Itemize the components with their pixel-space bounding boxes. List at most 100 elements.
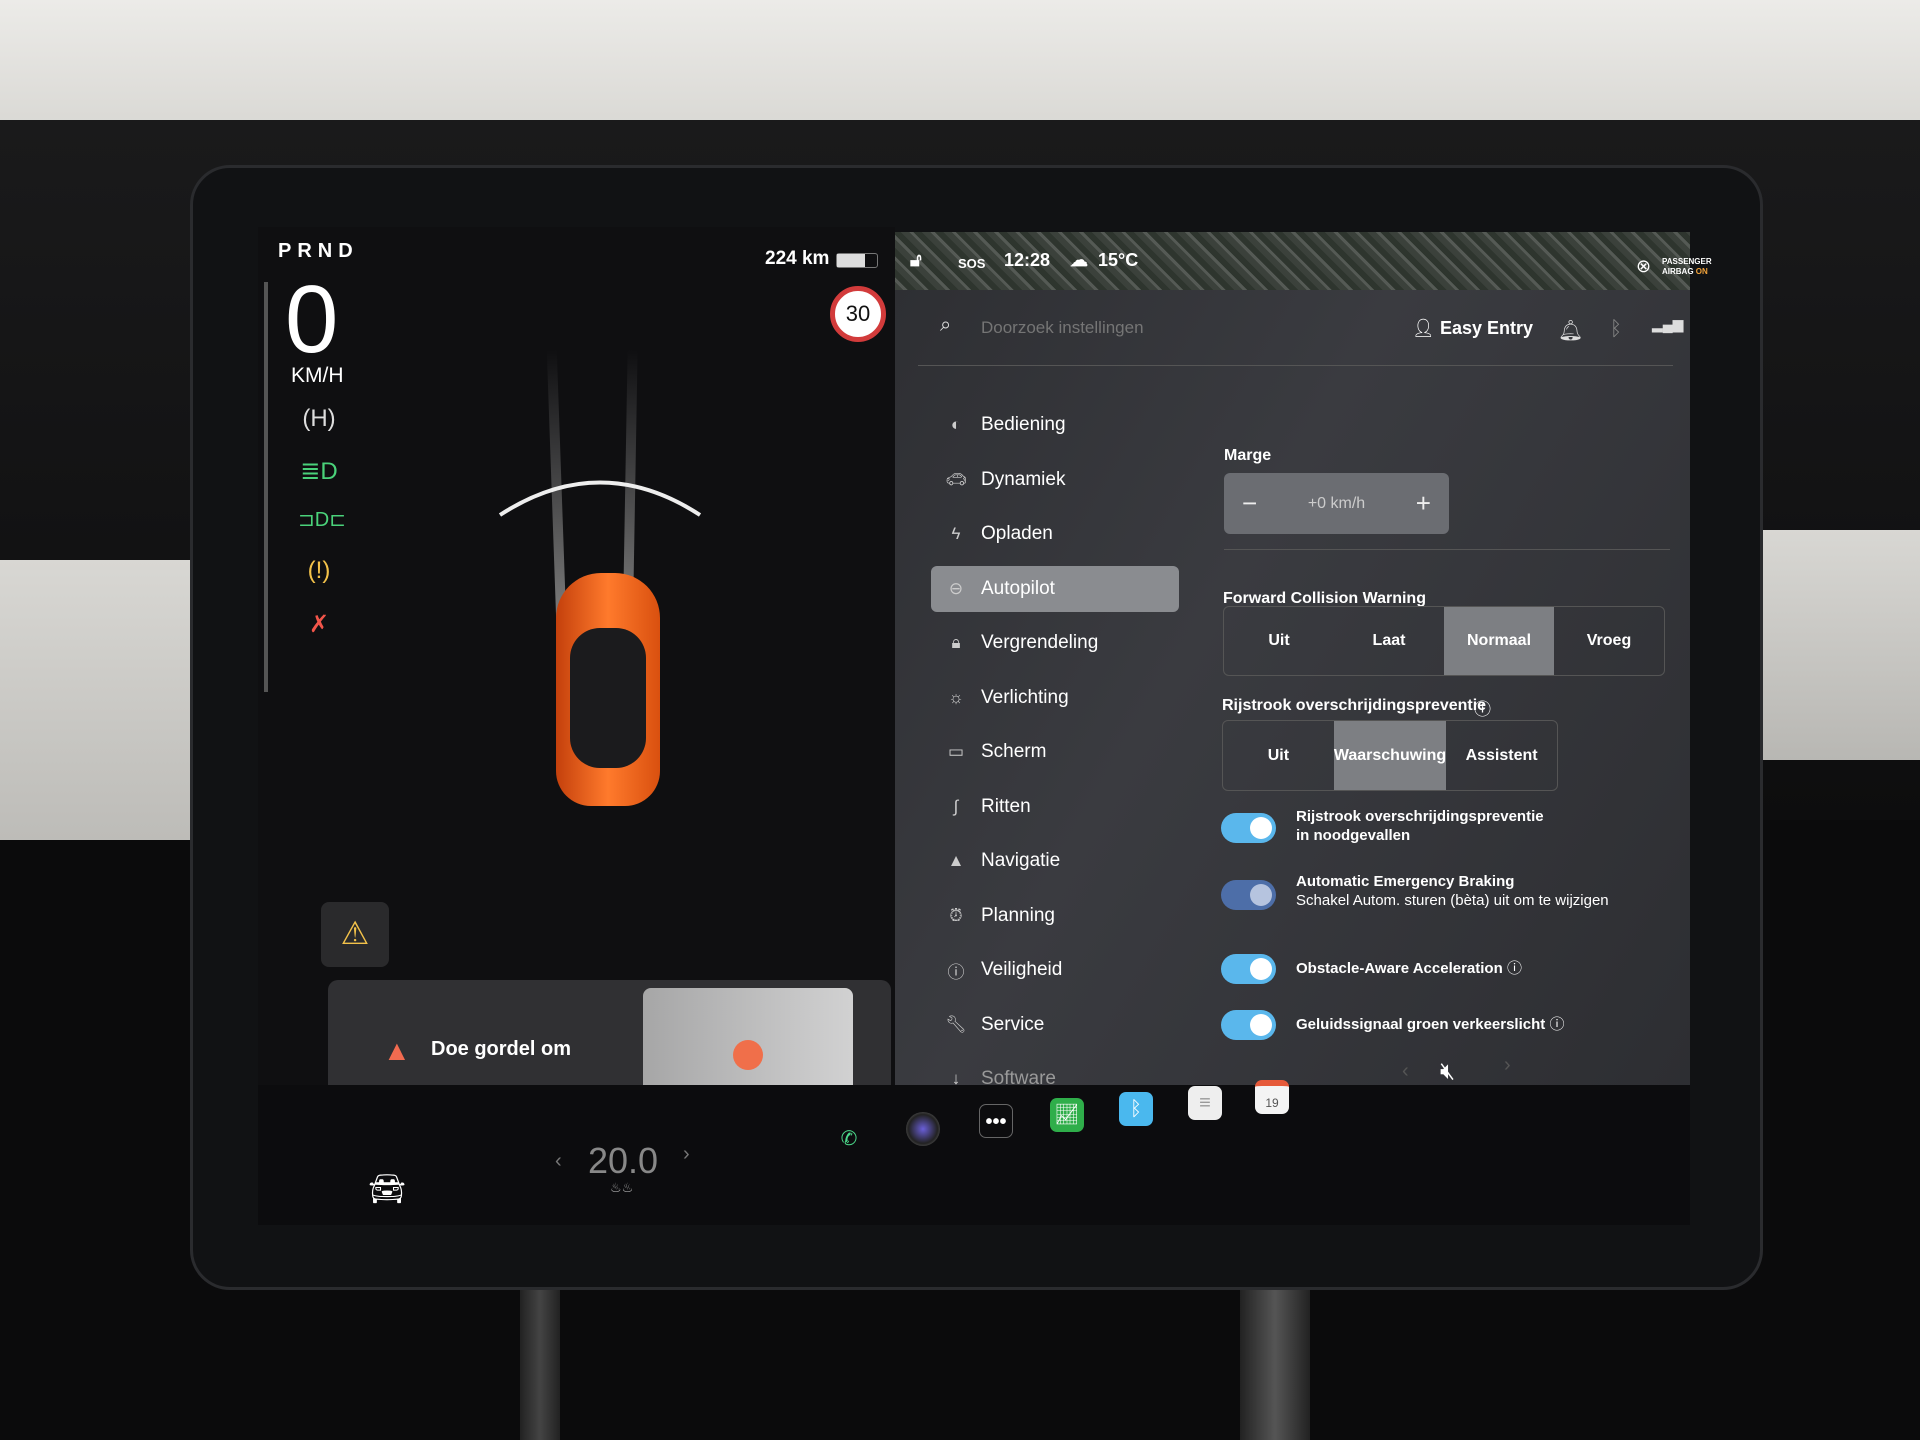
wrench-icon: 🔧︎ — [945, 1014, 967, 1034]
toggle-label: Rijstrook overschrijdingspreventie in no… — [1296, 807, 1556, 845]
bluetooth-app-icon[interactable]: ᛒ — [1119, 1092, 1153, 1126]
toggle-knob — [1250, 958, 1272, 980]
toggle-switch[interactable] — [1221, 954, 1276, 984]
car-controls-icon[interactable]: 🚘︎ — [368, 1172, 406, 1207]
battery-fill — [837, 254, 865, 267]
lte-signal-icon: ▂▄▆ — [1652, 316, 1684, 332]
sidebar-item-label: Autopilot — [981, 577, 1055, 599]
lock-icon: 🔒︎ — [951, 633, 961, 652]
temp-up-button[interactable]: › — [683, 1143, 690, 1166]
sidebar-item-vergrendeling[interactable]: 🔒︎ Vergrendeling — [931, 620, 1179, 666]
ldp-option-assistent[interactable]: Assistent — [1446, 721, 1557, 790]
sidebar-item-label: Scherm — [981, 741, 1047, 762]
sidebar-item-opladen[interactable]: ϟ Opladen — [931, 511, 1179, 557]
sos-button[interactable]: SOS — [958, 256, 985, 271]
seat-heater-icon[interactable]: ♨♨ — [610, 1180, 633, 1196]
sidebar-item-ritten[interactable]: ∫ Ritten — [931, 784, 1179, 830]
sidebar-item-bediening[interactable]: ◐ Bediening — [931, 402, 1179, 448]
sidebar-item-service[interactable]: 🔧︎ Service — [931, 1002, 1179, 1048]
sidebar-item-planning[interactable]: ⏰︎ Planning — [931, 893, 1179, 939]
section-divider — [1224, 549, 1670, 550]
airbag-label: PASSENGER — [1662, 257, 1712, 266]
toggle-icon: ◐ — [950, 415, 962, 434]
ldp-option-waarschuwing[interactable]: Waarschuwing — [1333, 721, 1447, 790]
info-icon[interactable]: ⓘ — [1549, 1016, 1564, 1033]
toggle-title: Geluidssignaal groen verkeerslicht — [1296, 1016, 1546, 1033]
warning-button[interactable]: ⚠ — [321, 902, 389, 967]
bluetooth-icon[interactable]: ᛒ — [1610, 318, 1622, 341]
steering-wheel-icon: ⊖ — [948, 578, 964, 598]
sidebar-item-navigatie[interactable]: ▲ Navigatie — [931, 838, 1179, 884]
sidebar-item-label: Bediening — [981, 414, 1066, 435]
sidebar-item-label: Veiligheid — [981, 959, 1063, 980]
calendar-app-icon[interactable]: 19 — [1255, 1080, 1289, 1114]
ldp-option-uit[interactable]: Uit — [1223, 721, 1334, 790]
display-icon: ▭ — [947, 742, 965, 761]
car-model — [556, 573, 660, 806]
more-apps-icon[interactable]: ••• — [979, 1104, 1013, 1138]
fcw-segmented-control: Uit Laat Normaal Vroeg — [1223, 606, 1665, 676]
seatbelt-warning-icon: ✗ — [308, 611, 330, 638]
low-beam-icon: ≣D — [300, 458, 338, 485]
header-divider — [918, 365, 1673, 366]
toggle-knob — [1250, 1014, 1272, 1036]
sidebar-item-label: Ritten — [981, 795, 1031, 817]
ldp-segmented-control: Uit Waarschuwing Assistent — [1222, 720, 1558, 791]
sidebar-item-label: Opladen — [981, 523, 1053, 544]
previous-icon[interactable]: ‹ — [1402, 1060, 1409, 1083]
cabin-temperature[interactable]: 20.0 — [588, 1140, 658, 1182]
speed-unit: KM/H — [291, 364, 344, 387]
alert-message: Doe gordel om — [431, 1038, 572, 1060]
bell-icon[interactable]: 🔔︎ — [1558, 318, 1583, 343]
seatbelt-seat-icon — [733, 1040, 763, 1070]
airbag-label-2: AIRBAG — [1662, 267, 1694, 276]
camera-icon[interactable] — [906, 1112, 940, 1146]
airbag-icon: ⊗ — [1636, 256, 1652, 276]
navigation-icon: ▲ — [947, 851, 965, 870]
sidebar-item-veiligheid[interactable]: ⓘ Veiligheid — [931, 947, 1179, 993]
toggle-switch[interactable] — [1221, 813, 1276, 843]
range-readout: 224 km — [765, 248, 830, 269]
gear-selector: PRND — [278, 240, 359, 262]
settings-search-input[interactable] — [981, 318, 1281, 338]
fcw-option-laat[interactable]: Laat — [1334, 607, 1444, 675]
tire-pressure-warning-icon: (!) — [307, 557, 331, 584]
info-icon: ⓘ — [947, 962, 965, 982]
sidebar-item-dynamiek[interactable]: 🚗︎ Dynamiek — [931, 457, 1179, 503]
power-meter — [264, 282, 268, 692]
toggle-label: Automatic Emergency Braking Schakel Autom… — [1296, 872, 1676, 910]
sidebar-item-label: Planning — [981, 904, 1055, 926]
airbag-state: ON — [1695, 267, 1708, 276]
next-icon[interactable]: › — [1504, 1054, 1511, 1077]
fcw-option-uit[interactable]: Uit — [1224, 607, 1334, 675]
volume-mute-icon[interactable]: 🔇︎ — [1440, 1058, 1455, 1086]
ldp-label: Rijstrook overschrijdingspreventie — [1222, 697, 1487, 714]
cloud-icon: ☁ — [1070, 250, 1088, 270]
stocks-app-icon[interactable]: 📈︎ — [1050, 1098, 1084, 1132]
alarm-clock-icon: ⏰︎ — [949, 905, 963, 925]
sun-icon: ☼ — [948, 687, 964, 707]
sidebar-item-label: Navigatie — [981, 850, 1061, 871]
sidebar-item-scherm[interactable]: ▭ Scherm — [931, 729, 1179, 775]
parking-lights-icon: ⊐D⊏ — [298, 509, 346, 531]
toggle-switch[interactable] — [1221, 880, 1276, 910]
increase-button[interactable]: + — [1416, 488, 1431, 519]
temp-down-button[interactable]: ‹ — [555, 1150, 562, 1173]
following-distance-arc — [498, 480, 702, 517]
sidebar-item-autopilot[interactable]: ⊖ Autopilot — [931, 565, 1179, 612]
info-icon[interactable]: ⓘ — [1507, 960, 1522, 977]
profile-button[interactable]: Easy Entry — [1440, 318, 1533, 339]
auto-hold-icon: (H) — [302, 405, 336, 432]
fcw-option-normaal[interactable]: Normaal — [1444, 607, 1554, 675]
phone-icon[interactable]: ✆ — [832, 1122, 866, 1156]
info-icon[interactable]: ⓘ — [1474, 695, 1491, 720]
fcw-option-vroeg[interactable]: Vroeg — [1554, 607, 1664, 675]
toggle-title: Automatic Emergency Braking — [1296, 873, 1515, 890]
bottom-bar — [258, 1085, 1690, 1225]
notes-app-icon[interactable]: ≡ — [1188, 1086, 1222, 1120]
decrease-button[interactable]: − — [1242, 488, 1257, 519]
sidebar-item-verlichting[interactable]: ☼ Verlichting — [931, 675, 1179, 721]
alert-icon: ▲ — [383, 1035, 411, 1066]
toggle-switch[interactable] — [1221, 1010, 1276, 1040]
lock-icon[interactable]: 🔓︎ — [910, 250, 922, 271]
